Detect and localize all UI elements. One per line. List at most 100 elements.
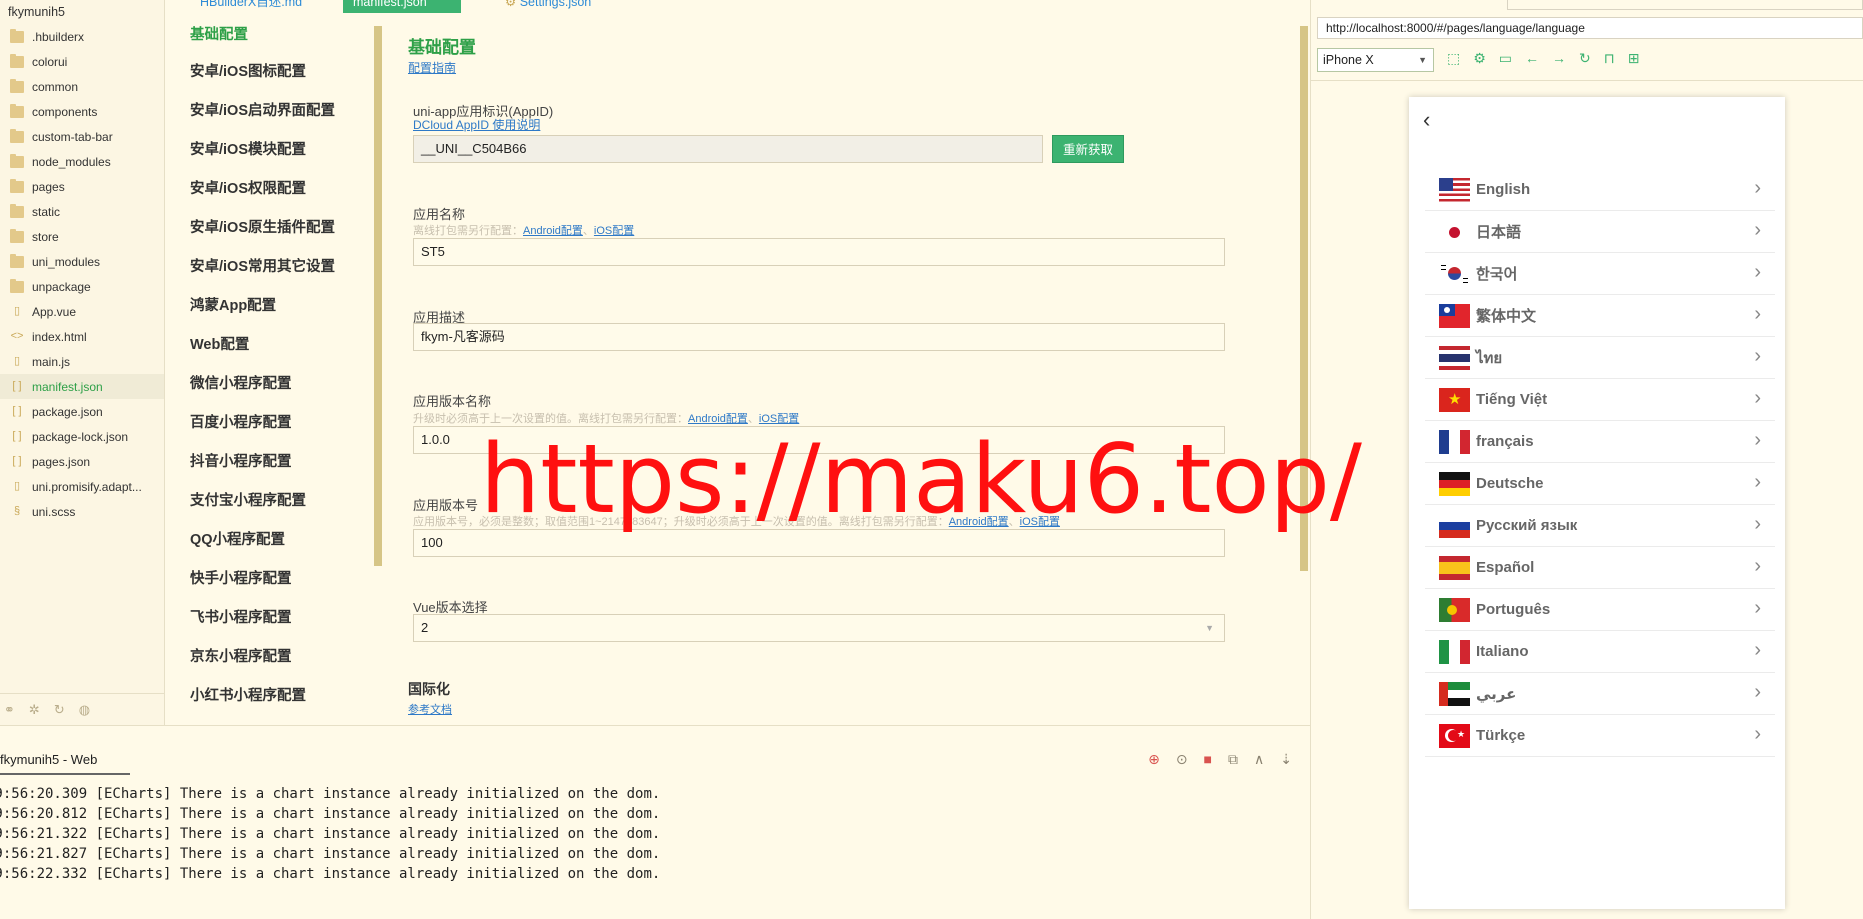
config-nav-item[interactable]: 微信小程序配置 bbox=[165, 365, 385, 404]
forward-arrow-icon[interactable]: → bbox=[1552, 50, 1566, 67]
tree-file[interactable]: [ ] package-lock.json bbox=[0, 424, 164, 449]
tree-folder[interactable]: node_modules bbox=[0, 149, 164, 174]
phone-frame: ‹ English › 日本語 › 한국어 › 繁体中文 › ไทย › ★ Tiếng Việt › f… bbox=[1409, 97, 1785, 909]
language-row[interactable]: Español › bbox=[1425, 547, 1775, 589]
tree-file[interactable]: <> index.html bbox=[0, 324, 164, 349]
language-row[interactable]: ไทย › bbox=[1425, 337, 1775, 379]
refresh-icon[interactable]: ↻ bbox=[1579, 50, 1591, 67]
tree-folder[interactable]: pages bbox=[0, 174, 164, 199]
lock-icon[interactable]: ⊓ bbox=[1604, 50, 1615, 67]
language-row[interactable]: Italiano › bbox=[1425, 631, 1775, 673]
config-nav-scrollbar[interactable] bbox=[374, 26, 382, 566]
collapse-up-icon[interactable]: ∧ bbox=[1254, 751, 1264, 768]
vue-version-select[interactable]: 2 ▼ bbox=[413, 614, 1225, 642]
config-nav-item[interactable]: 京东小程序配置 bbox=[165, 638, 385, 677]
back-chevron-icon[interactable]: ‹ bbox=[1423, 107, 1430, 133]
tree-folder[interactable]: custom-tab-bar bbox=[0, 124, 164, 149]
url-bar[interactable]: http://localhost:8000/#/pages/language/l… bbox=[1317, 17, 1863, 39]
config-nav-item[interactable]: 快手小程序配置 bbox=[165, 560, 385, 599]
appid-field[interactable]: __UNI__C504B66 bbox=[413, 135, 1043, 163]
config-nav-item[interactable]: QQ小程序配置 bbox=[165, 521, 385, 560]
language-row[interactable]: Português › bbox=[1425, 589, 1775, 631]
language-row[interactable]: français › bbox=[1425, 421, 1775, 463]
tree-item-label: components bbox=[32, 104, 98, 119]
tab-settings[interactable]: ⚙ Settings.json bbox=[495, 0, 601, 13]
tab-manifest[interactable]: manifest.json bbox=[343, 0, 461, 13]
tree-folder[interactable]: colorui bbox=[0, 49, 164, 74]
config-nav-item[interactable]: 鸿蒙App配置 bbox=[165, 287, 385, 326]
tab-readme[interactable]: HBuilderX自述.md bbox=[190, 0, 312, 13]
config-nav-item[interactable]: 安卓/iOS权限配置 bbox=[165, 170, 385, 209]
tree-folder[interactable]: unpackage bbox=[0, 274, 164, 299]
language-row[interactable]: Русский язык › bbox=[1425, 505, 1775, 547]
tree-item-label: uni.promisify.adapt... bbox=[32, 479, 142, 494]
terminal-icon[interactable]: ▭ bbox=[1499, 50, 1512, 67]
config-nav-item[interactable]: 支付宝小程序配置 bbox=[165, 482, 385, 521]
android-config-link[interactable]: Android配置 bbox=[523, 225, 583, 237]
language-row[interactable]: 한국어 › bbox=[1425, 253, 1775, 295]
config-nav-item[interactable]: 安卓/iOS原生插件配置 bbox=[165, 209, 385, 248]
lock-icon[interactable]: ⊕ bbox=[1148, 751, 1160, 768]
run-icon[interactable]: ⊙ bbox=[1176, 751, 1188, 768]
config-nav-item[interactable]: 安卓/iOS常用其它设置 bbox=[165, 248, 385, 287]
back-arrow-icon[interactable]: ← bbox=[1525, 50, 1539, 67]
tree-folder[interactable]: .hbuilderx bbox=[0, 24, 164, 49]
console-tab-title[interactable]: fkymunih5 - Web bbox=[0, 752, 97, 767]
language-row[interactable]: عربي › bbox=[1425, 673, 1775, 715]
tree-item-label: custom-tab-bar bbox=[32, 129, 113, 144]
tree-file[interactable]: ▯ App.vue bbox=[0, 299, 164, 324]
stop-icon[interactable]: ■ bbox=[1204, 751, 1212, 768]
binoculars-icon[interactable]: ⚭ bbox=[4, 702, 15, 718]
qrcode-icon[interactable]: ⊞ bbox=[1628, 50, 1640, 67]
ide-window: fkymunih5 .hbuilderx colorui common compone… bbox=[0, 0, 1863, 919]
language-row[interactable]: ★ Tiếng Việt › bbox=[1425, 379, 1775, 421]
tree-folder[interactable]: static bbox=[0, 199, 164, 224]
config-guide-link[interactable]: 配置指南 bbox=[408, 59, 456, 76]
appid-help-link[interactable]: DCloud AppID 使用说明 bbox=[413, 116, 540, 133]
sync-icon[interactable]: ↻ bbox=[54, 702, 65, 718]
tree-file[interactable]: [ ] manifest.json bbox=[0, 374, 164, 399]
clear-scroll-icon[interactable]: ⇣ bbox=[1280, 751, 1292, 768]
ios-config-link[interactable]: iOS配置 bbox=[594, 225, 634, 237]
config-nav-item[interactable]: 安卓/iOS启动界面配置 bbox=[165, 92, 385, 131]
tree-file[interactable]: ▯ main.js bbox=[0, 349, 164, 374]
tree-file[interactable]: § uni.scss bbox=[0, 499, 164, 524]
chevron-right-icon: › bbox=[1754, 219, 1761, 241]
version-ios-config-link[interactable]: iOS配置 bbox=[759, 413, 799, 425]
i18n-docs-link[interactable]: 参考文档 bbox=[408, 701, 452, 717]
tree-file[interactable]: [ ] package.json bbox=[0, 399, 164, 424]
config-nav-item[interactable]: 安卓/iOS模块配置 bbox=[165, 131, 385, 170]
config-nav-item[interactable]: 飞书小程序配置 bbox=[165, 599, 385, 638]
version-android-config-link[interactable]: Android配置 bbox=[688, 413, 748, 425]
config-nav-item[interactable]: 抖音小程序配置 bbox=[165, 443, 385, 482]
language-row[interactable]: 繁体中文 › bbox=[1425, 295, 1775, 337]
config-nav-item[interactable]: 安卓/iOS图标配置 bbox=[165, 53, 385, 92]
tree-file[interactable]: ▯ uni.promisify.adapt... bbox=[0, 474, 164, 499]
config-nav-item[interactable]: 小红书小程序配置 bbox=[165, 677, 385, 716]
project-root[interactable]: fkymunih5 bbox=[0, 0, 164, 24]
tree-folder[interactable]: common bbox=[0, 74, 164, 99]
refetch-appid-button[interactable]: 重新获取 bbox=[1052, 135, 1125, 163]
app-name-field[interactable]: ST5 bbox=[413, 238, 1225, 266]
config-nav-item[interactable]: Web配置 bbox=[165, 326, 385, 365]
tree-folder[interactable]: components bbox=[0, 99, 164, 124]
screenshot-icon[interactable]: ⬚ bbox=[1447, 50, 1460, 67]
palette-icon[interactable]: ◍ bbox=[79, 702, 90, 718]
config-nav-item[interactable]: 基础配置 bbox=[165, 17, 385, 53]
folder-icon bbox=[10, 203, 24, 218]
language-label: Português bbox=[1476, 601, 1551, 618]
file-icon: [ ] bbox=[12, 429, 22, 442]
app-desc-field[interactable]: fkym-凡客源码 bbox=[413, 323, 1225, 351]
tree-folder[interactable]: store bbox=[0, 224, 164, 249]
settings-icon[interactable]: ⚙ bbox=[1473, 50, 1486, 67]
language-row[interactable]: ★ Türkçe › bbox=[1425, 715, 1775, 757]
language-row[interactable]: Deutsche › bbox=[1425, 463, 1775, 505]
device-select[interactable]: iPhone X ▼ bbox=[1317, 48, 1434, 72]
config-nav-item[interactable]: 百度小程序配置 bbox=[165, 404, 385, 443]
tree-file[interactable]: [ ] pages.json bbox=[0, 449, 164, 474]
language-row[interactable]: English › bbox=[1425, 169, 1775, 211]
language-row[interactable]: 日本語 › bbox=[1425, 211, 1775, 253]
tree-folder[interactable]: uni_modules bbox=[0, 249, 164, 274]
bug-icon[interactable]: ✲ bbox=[29, 702, 40, 718]
open-external-icon[interactable]: ⧉ bbox=[1228, 751, 1238, 768]
